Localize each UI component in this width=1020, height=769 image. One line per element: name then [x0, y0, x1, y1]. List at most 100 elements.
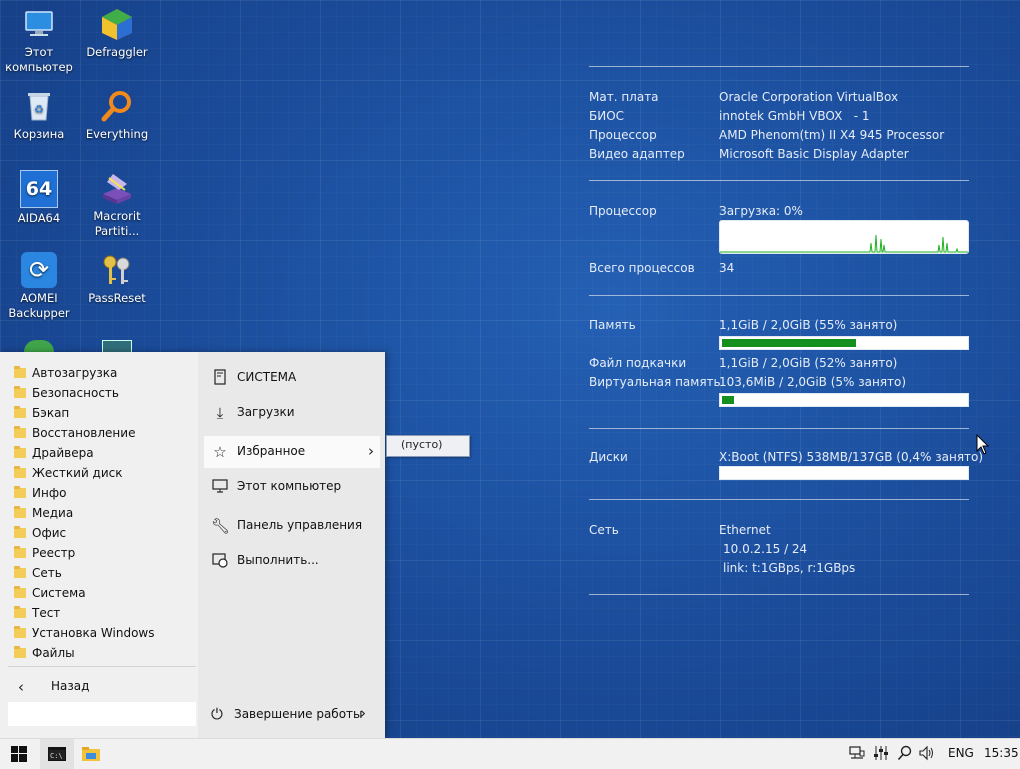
star-icon: ☆	[213, 443, 227, 461]
desktop-icon-everything[interactable]: Everything	[80, 88, 154, 142]
sysinfo-row-pagefile: Файл подкачки 1,1GiB / 2,0GiB (52% занят…	[589, 356, 898, 370]
folder-item[interactable]: Автозагрузка	[0, 364, 198, 384]
mouse-cursor-icon	[976, 433, 990, 459]
desktop-icon-label: Defraggler	[86, 45, 148, 59]
taskbar: C:\ ENG 15:35	[0, 738, 1020, 769]
folder-label: Файлы	[32, 646, 75, 660]
folder-label: Бэкап	[32, 406, 70, 420]
mixer-icon[interactable]	[872, 745, 890, 763]
sysinfo-row-ip: 10.0.2.15 / 24	[723, 542, 808, 556]
sysinfo-row-link: link: t:1GBps, r:1GBps	[723, 561, 856, 575]
sysinfo-row-cpu: Процессор AMD Phenom(tm) II X4 945 Proce…	[589, 128, 945, 142]
desktop-icon-passreset[interactable]: PassReset	[80, 252, 154, 306]
aida64-badge: 64	[25, 178, 53, 200]
desktop-icon-defraggler[interactable]: Defraggler	[80, 6, 154, 60]
start-button[interactable]	[2, 739, 36, 769]
folder-icon	[14, 426, 26, 438]
download-icon: ⤓	[216, 404, 224, 422]
folder-icon	[14, 586, 26, 598]
network-icon[interactable]	[848, 745, 866, 763]
monitor-icon	[211, 478, 229, 496]
taskbar-explorer-button[interactable]	[74, 739, 108, 769]
folder-label: Реестр	[32, 546, 76, 560]
clock[interactable]: 15:35	[984, 746, 1019, 760]
folder-item[interactable]: Установка Windows	[0, 624, 198, 644]
folder-item[interactable]: Тест	[0, 604, 198, 624]
folder-item[interactable]: Бэкап	[0, 404, 198, 424]
desktop-icon-label: AOMEI Backupper	[8, 291, 70, 320]
cpu-load-graph	[719, 220, 969, 254]
folder-label: Сеть	[32, 566, 62, 580]
desktop-icon-label: Macrorit Partiti...	[93, 209, 141, 238]
desktop-icon-this-pc[interactable]: Этот компьютер	[2, 6, 76, 75]
divider	[589, 594, 969, 595]
virtual-memory-bar	[719, 393, 969, 407]
sysinfo-row-network: Сеть Ethernet	[589, 523, 771, 537]
desktop-icon-label: Everything	[85, 127, 149, 141]
back-button[interactable]: ‹ Назад	[0, 674, 198, 700]
folder-label: Тест	[32, 606, 61, 620]
folder-item[interactable]: Офис	[0, 524, 198, 544]
divider	[589, 428, 969, 429]
folder-item[interactable]: Система	[0, 584, 198, 604]
desktop-icon-recycle-bin[interactable]: ♻ Корзина	[2, 88, 76, 142]
menu-item-favorites[interactable]: ☆ Избранное ›	[204, 436, 380, 468]
magnifier-icon	[99, 88, 135, 124]
folder-label: Офис	[32, 526, 67, 540]
aomei-backup-icon: ⟳	[21, 252, 57, 288]
folder-item[interactable]: Жесткий диск	[0, 464, 198, 484]
folder-label: Жесткий диск	[32, 466, 123, 480]
folder-icon	[14, 466, 26, 478]
folder-label: Безопасность	[32, 386, 119, 400]
menu-item-control-panel[interactable]: 🔧︎ Панель управления	[204, 510, 380, 542]
folder-icon	[14, 606, 26, 618]
desktop-icon-label: Корзина	[13, 127, 65, 141]
system-tray: ENG 15:35	[840, 739, 1020, 769]
folder-item[interactable]: Реестр	[0, 544, 198, 564]
run-icon	[211, 552, 229, 570]
svg-text:C:\: C:\	[50, 752, 63, 760]
menu-item-downloads[interactable]: ⤓ Загрузки	[204, 397, 380, 429]
desktop-icon-aida64[interactable]: 64 AIDA64	[2, 170, 76, 226]
folder-item[interactable]: Сеть	[0, 564, 198, 584]
menu-item-run[interactable]: Выполнить...	[204, 545, 380, 577]
folder-icon	[14, 506, 26, 518]
menu-item-system[interactable]: СИСТЕМА	[204, 362, 380, 394]
command-prompt-icon: C:\	[48, 747, 66, 761]
folder-item[interactable]: Медиа	[0, 504, 198, 524]
folder-icon	[14, 366, 26, 378]
folder-item[interactable]: Драйвера	[0, 444, 198, 464]
volume-icon[interactable]	[918, 745, 936, 763]
sysinfo-row-memory: Память 1,1GiB / 2,0GiB (55% занято)	[589, 318, 898, 332]
aida64-icon: 64	[20, 170, 58, 208]
search-icon[interactable]	[896, 745, 914, 763]
folder-item[interactable]: Восстановление	[0, 424, 198, 444]
windows-logo-icon	[11, 746, 27, 762]
chevron-left-icon: ‹	[18, 678, 24, 696]
shutdown-button[interactable]: ⏻ Завершение работы ›	[204, 700, 380, 730]
sysinfo-row-bios: БИОС innotek GmbH VBOX - 1	[589, 109, 870, 123]
favorites-submenu[interactable]: (пусто)	[386, 435, 470, 457]
sysinfo-row-processes: Всего процессов 34	[589, 261, 735, 275]
memory-usage-fill	[722, 339, 856, 347]
folder-icon	[14, 406, 26, 418]
folder-icon	[14, 626, 26, 638]
folder-item[interactable]: Файлы	[0, 644, 198, 664]
start-search-input[interactable]	[8, 702, 196, 726]
defraggler-icon	[99, 6, 135, 42]
taskbar-cmd-button[interactable]: C:\	[40, 739, 74, 769]
chevron-right-icon: ›	[360, 704, 366, 722]
folder-label: Медиа	[32, 506, 74, 520]
folder-item[interactable]: Инфо	[0, 484, 198, 504]
keys-icon	[99, 252, 135, 288]
desktop-icon-label: Этот компьютер	[5, 45, 73, 74]
folder-icon	[14, 646, 26, 658]
desktop-icon-macrorit[interactable]: Macrorit Partiti...	[80, 170, 154, 239]
folder-item[interactable]: Безопасность	[0, 384, 198, 404]
language-indicator[interactable]: ENG	[948, 746, 974, 760]
menu-item-this-pc[interactable]: Этот компьютер	[204, 471, 380, 503]
start-menu-places: СИСТЕМА ⤓ Загрузки ☆ Избранное › Этот ко…	[198, 352, 385, 738]
wrench-icon: 🔧︎	[211, 517, 231, 535]
folder-icon	[14, 486, 26, 498]
desktop-icon-aomei[interactable]: ⟳ AOMEI Backupper	[2, 252, 76, 321]
